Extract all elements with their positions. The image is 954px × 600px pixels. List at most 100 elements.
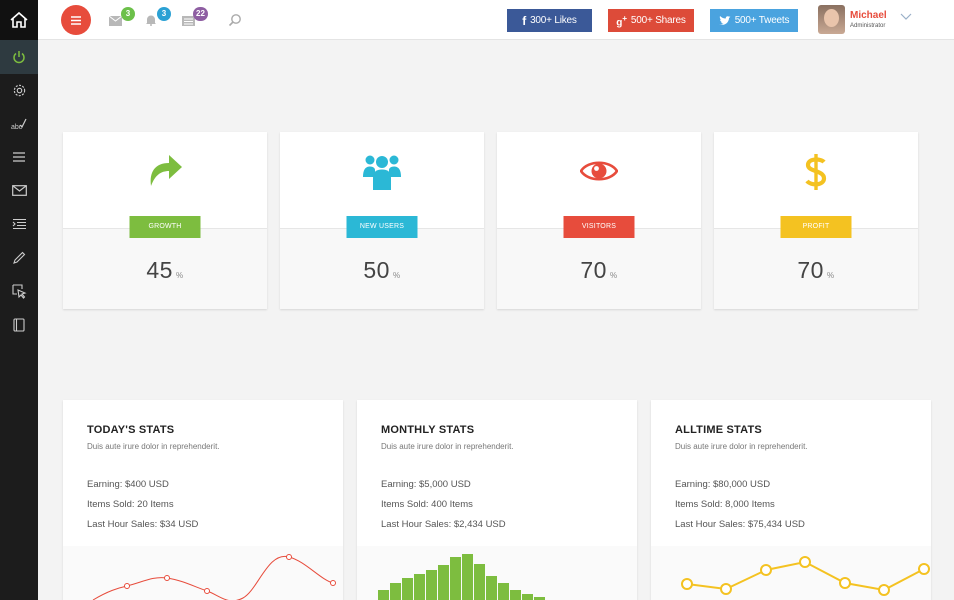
facebook-likes-button[interactable]: f 300+ Likes: [507, 9, 592, 32]
line-point: [878, 584, 890, 596]
hamburger-icon: [71, 15, 81, 25]
stat-value: 50%: [363, 257, 401, 283]
today-stats-card: TODAY'S STATS Duis aute irure dolor in r…: [63, 400, 343, 600]
user-name[interactable]: Michael: [850, 10, 887, 21]
top-header: 3 3 22 f 300+ Likes g+ 500+ Shares 500+ …: [38, 0, 954, 40]
twitter-icon: [718, 15, 731, 25]
card-subtitle: Duis aute irure dolor in reprehenderit.: [675, 442, 808, 451]
user-role: Administrator: [850, 23, 886, 29]
items-sold-text: Items Sold: 20 Items: [87, 499, 174, 510]
last-hour-sales-text: Last Hour Sales: $34 USD: [87, 519, 199, 530]
list-icon: [12, 219, 26, 230]
stat-value: 45%: [146, 257, 184, 283]
earning-text: Earning: $80,000 USD: [675, 479, 771, 490]
bar: [510, 590, 521, 600]
stat-card-visitors: VISITORS 70%: [497, 132, 701, 309]
bar: [522, 594, 533, 600]
facebook-likes-label: 300+ Likes: [530, 15, 577, 26]
sidebar-item-book[interactable]: [0, 308, 38, 342]
bar: [414, 574, 425, 600]
gear-icon: [13, 84, 25, 96]
items-sold-text: Items Sold: 8,000 Items: [675, 499, 775, 510]
stat-value: 70%: [797, 257, 835, 283]
stat-label: VISITORS: [563, 216, 635, 238]
home-icon: [10, 11, 28, 28]
chevron-down-icon[interactable]: [900, 13, 912, 21]
line-point: [760, 564, 772, 576]
cursor-icon: [11, 284, 27, 299]
stat-card-profit: PROFIT 70%: [714, 132, 918, 309]
envelope-icon: [11, 185, 27, 197]
card-subtitle: Duis aute irure dolor in reprehenderit.: [381, 442, 514, 451]
sidebar-item-settings[interactable]: [0, 74, 38, 108]
last-hour-sales-text: Last Hour Sales: $2,434 USD: [381, 519, 506, 530]
stat-label: GROWTH: [129, 216, 201, 238]
facebook-icon: f: [522, 13, 527, 28]
envelope-icon: [108, 15, 123, 26]
sparkline-point: [164, 575, 170, 581]
bar: [462, 554, 473, 600]
sidebar-item-list[interactable]: [0, 208, 38, 242]
stat-value: 70%: [580, 257, 618, 283]
bar: [438, 565, 449, 600]
sidebar-item-power[interactable]: [0, 40, 38, 74]
google-shares-button[interactable]: g+ 500+ Shares: [608, 9, 694, 32]
stat-label: PROFIT: [780, 216, 852, 238]
users-icon: [363, 155, 401, 190]
bar: [390, 583, 401, 600]
home-button[interactable]: [0, 0, 38, 40]
earning-text: Earning: $400 USD: [87, 479, 169, 490]
stat-card-new-users: NEW USERS 50%: [280, 132, 484, 309]
alltime-line-chart: [651, 546, 931, 600]
card-subtitle: Duis aute irure dolor in reprehenderit.: [87, 442, 220, 451]
monthly-stats-card: MONTHLY STATS Duis aute irure dolor in r…: [357, 400, 637, 600]
line-point: [839, 577, 851, 589]
user-avatar[interactable]: [818, 5, 845, 34]
line-point: [720, 583, 732, 595]
svg-text:abc: abc: [11, 124, 23, 131]
alerts-badge: 3: [157, 7, 171, 21]
share-arrow-icon: [150, 155, 182, 186]
power-icon: [13, 50, 25, 63]
items-sold-text: Items Sold: 400 Items: [381, 499, 473, 510]
eye-icon: [580, 161, 618, 181]
bar: [450, 557, 461, 600]
alltime-stats-card: ALLTIME STATS Duis aute irure dolor in r…: [651, 400, 931, 600]
pencil-icon: [13, 251, 26, 264]
bar: [402, 578, 413, 600]
bar: [486, 576, 497, 600]
twitter-tweets-button[interactable]: 500+ Tweets: [710, 9, 798, 32]
bar: [498, 583, 509, 600]
sidebar-item-spellcheck[interactable]: abc: [0, 107, 38, 141]
last-hour-sales-text: Last Hour Sales: $75,434 USD: [675, 519, 805, 530]
monthly-bar-chart: [357, 546, 637, 600]
bar: [474, 564, 485, 600]
spellcheck-icon: abc: [11, 118, 27, 131]
google-shares-label: 500+ Shares: [630, 15, 686, 26]
sparkline-point: [204, 588, 210, 594]
menu-lines-icon: [13, 152, 25, 162]
card-title: MONTHLY STATS: [381, 424, 475, 436]
line-point: [918, 563, 930, 575]
twitter-tweets-label: 500+ Tweets: [734, 15, 790, 26]
sidebar-item-cursor[interactable]: [0, 275, 38, 309]
menu-toggle-button[interactable]: [61, 5, 91, 35]
sidebar-item-menu[interactable]: [0, 141, 38, 175]
bell-icon: [146, 15, 156, 26]
stat-label: NEW USERS: [346, 216, 418, 238]
sidebar: abc: [0, 0, 38, 600]
earning-text: Earning: $5,000 USD: [381, 479, 471, 490]
sparkline-point: [330, 580, 336, 586]
search-button[interactable]: [228, 13, 244, 27]
book-icon: [13, 318, 25, 332]
sparkline-line: [92, 556, 334, 600]
stat-card-growth: GROWTH 45%: [63, 132, 267, 309]
line-point: [799, 556, 811, 568]
search-icon: [228, 14, 241, 27]
dollar-icon: [805, 154, 827, 190]
sidebar-item-mail[interactable]: [0, 174, 38, 208]
sidebar-item-edit[interactable]: [0, 241, 38, 275]
line-point: [681, 578, 693, 590]
bar: [426, 570, 437, 600]
card-title: TODAY'S STATS: [87, 424, 175, 436]
